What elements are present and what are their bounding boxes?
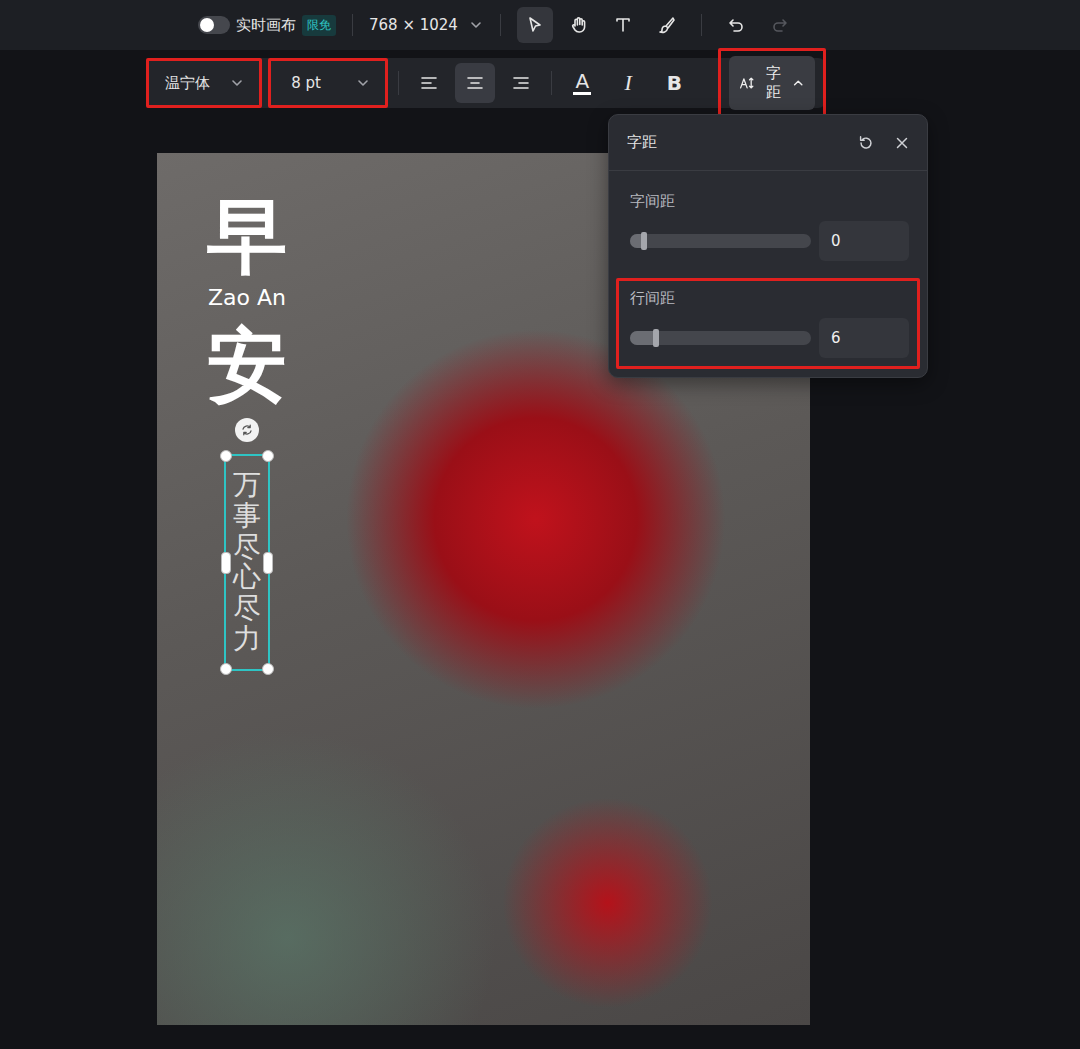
- resize-handle[interactable]: [220, 450, 232, 462]
- popover-body: 字间距 0 行间距 6: [609, 171, 927, 377]
- popover-title: 字距: [627, 133, 657, 152]
- text-tool-icon: [613, 15, 633, 35]
- canvas-size-dropdown[interactable]: 768 × 1024: [369, 16, 484, 34]
- tool-button[interactable]: [605, 7, 641, 43]
- text-style-glyph: A: [573, 71, 591, 95]
- slider-value-input[interactable]: 0: [819, 221, 909, 261]
- undo-icon: [726, 15, 746, 35]
- history-button[interactable]: [762, 7, 798, 43]
- resize-handle[interactable]: [262, 663, 274, 675]
- divider: [500, 14, 501, 36]
- chevron-down-icon: [355, 75, 371, 91]
- chevron-down-icon: [229, 75, 245, 91]
- align-button[interactable]: [501, 63, 541, 103]
- text-style-button[interactable]: A: [562, 63, 602, 103]
- text-style-group: AIB: [562, 63, 694, 103]
- divider: [398, 71, 399, 95]
- slider-row: 字间距 0: [616, 181, 920, 272]
- rotate-icon: [239, 422, 255, 438]
- tool-button[interactable]: [561, 7, 597, 43]
- align-button[interactable]: [409, 63, 449, 103]
- align-center-icon: [465, 73, 485, 93]
- text-style-glyph: B: [667, 73, 682, 93]
- resize-handle[interactable]: [263, 552, 273, 574]
- slider-row: 行间距 6: [616, 278, 920, 369]
- resize-handle[interactable]: [262, 450, 274, 462]
- close-icon[interactable]: [893, 134, 911, 152]
- resize-handle[interactable]: [220, 663, 232, 675]
- font-size-value: 8 pt: [291, 74, 321, 92]
- tool-button[interactable]: [649, 7, 685, 43]
- text-style-button[interactable]: B: [654, 63, 694, 103]
- text-spacing-icon: [739, 74, 755, 92]
- divider: [551, 71, 552, 95]
- free-badge: 限免: [302, 15, 336, 36]
- text-style-glyph: I: [625, 72, 632, 94]
- slider-line: 0: [630, 221, 909, 261]
- divider: [701, 14, 702, 36]
- divider: [352, 14, 353, 36]
- slider-track[interactable]: [630, 331, 811, 345]
- slider-label: 字间距: [630, 192, 909, 211]
- align-left-icon: [419, 73, 439, 93]
- tool-button[interactable]: [517, 7, 553, 43]
- live-canvas-label: 实时画布: [236, 16, 296, 35]
- chevron-up-icon: [791, 75, 805, 91]
- title-text-layer[interactable]: 早: [207, 195, 287, 279]
- spacing-button[interactable]: 字距: [729, 56, 815, 110]
- redo-icon: [770, 15, 790, 35]
- font-size-dropdown[interactable]: 8 pt: [268, 58, 388, 108]
- slider-line: 6: [630, 318, 909, 358]
- slider-thumb[interactable]: [653, 329, 659, 347]
- rotate-handle[interactable]: [235, 418, 259, 442]
- reset-icon[interactable]: [857, 134, 875, 152]
- tool-group: [517, 7, 685, 43]
- align-button[interactable]: [455, 63, 495, 103]
- spacing-popover: 字距字间距 0 行间距 6: [608, 114, 928, 378]
- font-dropdown[interactable]: 温宁体: [146, 58, 262, 108]
- live-canvas-toggle[interactable]: [198, 16, 230, 34]
- subtitle-text-layer[interactable]: Zao An: [208, 285, 286, 310]
- top-toolbar: 实时画布限免 768 × 1024: [0, 0, 1080, 50]
- slider-thumb[interactable]: [641, 232, 647, 250]
- toggle-knob: [200, 18, 214, 32]
- title-text-layer[interactable]: 安: [207, 324, 287, 408]
- chevron-down-icon: [468, 17, 484, 33]
- resize-handle[interactable]: [221, 552, 231, 574]
- popover-header: 字距: [609, 115, 927, 171]
- brush-icon: [657, 15, 677, 35]
- text-style-button[interactable]: I: [608, 63, 648, 103]
- font-value: 温宁体: [165, 74, 210, 93]
- slider-value-input[interactable]: 6: [819, 318, 909, 358]
- vertical-text-layer[interactable]: 万事尽心尽力: [224, 454, 270, 671]
- hand-icon: [569, 15, 589, 35]
- pointer-icon: [525, 15, 545, 35]
- align-right-icon: [511, 73, 531, 93]
- editor-page: 实时画布限免 768 × 1024 温宁体 8 pt A I B 字距早 Zao An 安万事尽心…: [0, 0, 1080, 1049]
- slider-label: 行间距: [630, 289, 909, 308]
- spacing-button-frame: 字距: [718, 48, 826, 118]
- popover-actions: [857, 134, 911, 152]
- canvas-size-value: 768 × 1024: [369, 16, 458, 34]
- vertical-text: 万事尽心尽力: [233, 470, 261, 655]
- spacing-label: 字距: [760, 64, 787, 102]
- text-format-toolbar: 温宁体 8 pt A I B 字距: [146, 58, 826, 108]
- slider-track[interactable]: [630, 234, 811, 248]
- align-group: [409, 63, 541, 103]
- history-group: [718, 7, 798, 43]
- text-layer-group: 早 Zao An 安万事尽心尽力: [197, 195, 297, 671]
- history-button[interactable]: [718, 7, 754, 43]
- live-canvas-toggle-group: 实时画布限免: [198, 15, 336, 36]
